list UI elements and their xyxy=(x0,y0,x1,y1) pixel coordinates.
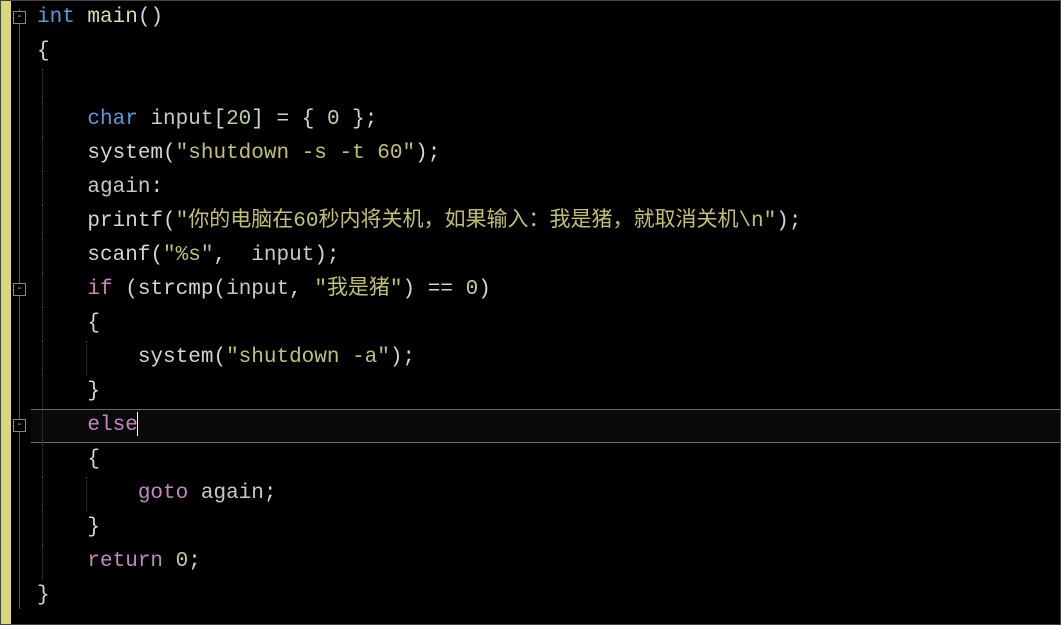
code-line[interactable]: int main() xyxy=(37,1,1060,35)
code-line[interactable]: char input[20] = { 0 }; xyxy=(37,103,1060,137)
token-str-yellow: "你的电脑在60秒内将关机，如果输入：我是猪，就取消关机\n" xyxy=(176,210,777,233)
token-str-yellow: "我是猪" xyxy=(314,278,402,301)
code-line[interactable]: printf("你的电脑在60秒内将关机，如果输入：我是猪，就取消关机\n"); xyxy=(37,205,1060,239)
token-str-yellow: "shutdown -a" xyxy=(226,346,390,369)
token-brace: { xyxy=(87,312,100,335)
token-paren: ) xyxy=(478,278,491,301)
code-line[interactable]: goto again; xyxy=(37,477,1060,511)
token-sp xyxy=(453,278,466,301)
fold-toggle-icon[interactable]: - xyxy=(13,11,26,24)
token-paren: ( xyxy=(163,210,176,233)
token-num: 0 xyxy=(327,108,340,131)
code-line[interactable]: system("shutdown -a"); xyxy=(37,341,1060,375)
token-sp xyxy=(113,278,126,301)
token-semi: ; xyxy=(188,550,201,573)
code-line[interactable]: system("shutdown -s -t 60"); xyxy=(37,137,1060,171)
token-paren: ( xyxy=(163,142,176,165)
token-flow: if xyxy=(87,278,112,301)
code-line[interactable]: } xyxy=(37,579,1060,613)
code-line[interactable]: { xyxy=(37,35,1060,69)
token-funcref: system xyxy=(87,142,163,165)
fold-gutter[interactable]: - - - xyxy=(11,1,31,624)
token-ident: again xyxy=(201,482,264,505)
token-paren: ) xyxy=(390,346,403,369)
token-paren: ) xyxy=(415,142,428,165)
token-sp xyxy=(239,244,252,267)
token-num: 20 xyxy=(226,108,251,131)
token-semi: ; xyxy=(327,244,340,267)
token-kw: int xyxy=(37,6,75,29)
fold-toggle-icon[interactable]: - xyxy=(13,419,26,432)
token-op: , xyxy=(289,278,314,301)
token-brace: { xyxy=(302,108,327,131)
code-line[interactable]: scanf("%s", input); xyxy=(37,239,1060,273)
token-brace: } xyxy=(37,584,50,607)
code-line[interactable]: } xyxy=(37,375,1060,409)
token-paren: ( xyxy=(213,278,226,301)
token-paren: [ xyxy=(213,108,226,131)
token-funcref: system xyxy=(138,346,214,369)
token-op: : xyxy=(150,176,163,199)
text-cursor xyxy=(137,412,138,436)
code-line[interactable]: if (strcmp(input, "我是猪") == 0) xyxy=(37,273,1060,307)
token-ident: input xyxy=(251,244,314,267)
token-flow: else xyxy=(87,414,137,437)
token-str-yellow: "shutdown -s -t 60" xyxy=(176,142,415,165)
token-sp xyxy=(188,482,201,505)
token-paren: ) xyxy=(776,210,789,233)
token-semi: ; xyxy=(428,142,441,165)
token-ident: input xyxy=(226,278,289,301)
code-line[interactable]: again: xyxy=(37,171,1060,205)
token-funcref: scanf xyxy=(87,244,150,267)
token-sp xyxy=(264,108,277,131)
token-paren: ( xyxy=(213,346,226,369)
token-sp xyxy=(75,6,88,29)
token-op: == xyxy=(428,278,453,301)
token-str-yellow: "%s" xyxy=(163,244,213,267)
token-paren: ) xyxy=(314,244,327,267)
token-semi: ; xyxy=(789,210,802,233)
token-op: = xyxy=(277,108,290,131)
token-sp xyxy=(415,278,428,301)
token-semi: ; xyxy=(403,346,416,369)
token-sp xyxy=(138,108,151,131)
token-ident: input xyxy=(150,108,213,131)
code-editor[interactable]: --- int main(){ char input[20] = { 0 }; … xyxy=(1,1,1060,624)
fold-toggle-icon[interactable]: - xyxy=(13,283,26,296)
token-brace: } xyxy=(340,108,365,131)
token-op: , xyxy=(213,244,238,267)
token-sp xyxy=(289,108,302,131)
token-paren: ] xyxy=(251,108,264,131)
token-semi: ; xyxy=(365,108,378,131)
token-func: main xyxy=(87,6,137,29)
token-num: 0 xyxy=(466,278,479,301)
token-sp xyxy=(163,550,176,573)
token-funcref: strcmp xyxy=(138,278,214,301)
token-flow: goto xyxy=(138,482,188,505)
code-area[interactable]: int main(){ char input[20] = { 0 }; syst… xyxy=(31,1,1060,624)
token-flow: return xyxy=(87,550,163,573)
bookmark-strip[interactable] xyxy=(1,1,11,624)
code-line[interactable]: return 0; xyxy=(37,545,1060,579)
token-paren: ( xyxy=(125,278,138,301)
code-line[interactable] xyxy=(37,69,1060,103)
token-ident: again xyxy=(87,176,150,199)
token-funcref: printf xyxy=(87,210,163,233)
token-semi: ; xyxy=(264,482,277,505)
code-line[interactable]: else xyxy=(37,409,1060,443)
token-num: 0 xyxy=(176,550,189,573)
token-kw: char xyxy=(87,108,137,131)
token-paren: ) xyxy=(403,278,416,301)
token-paren: () xyxy=(138,6,163,29)
token-brace: { xyxy=(37,40,50,63)
token-paren: ( xyxy=(150,244,163,267)
token-brace: } xyxy=(87,380,100,403)
code-line[interactable]: } xyxy=(37,511,1060,545)
code-line[interactable]: { xyxy=(37,443,1060,477)
token-brace: { xyxy=(87,448,100,471)
code-line[interactable]: { xyxy=(37,307,1060,341)
token-brace: } xyxy=(87,516,100,539)
